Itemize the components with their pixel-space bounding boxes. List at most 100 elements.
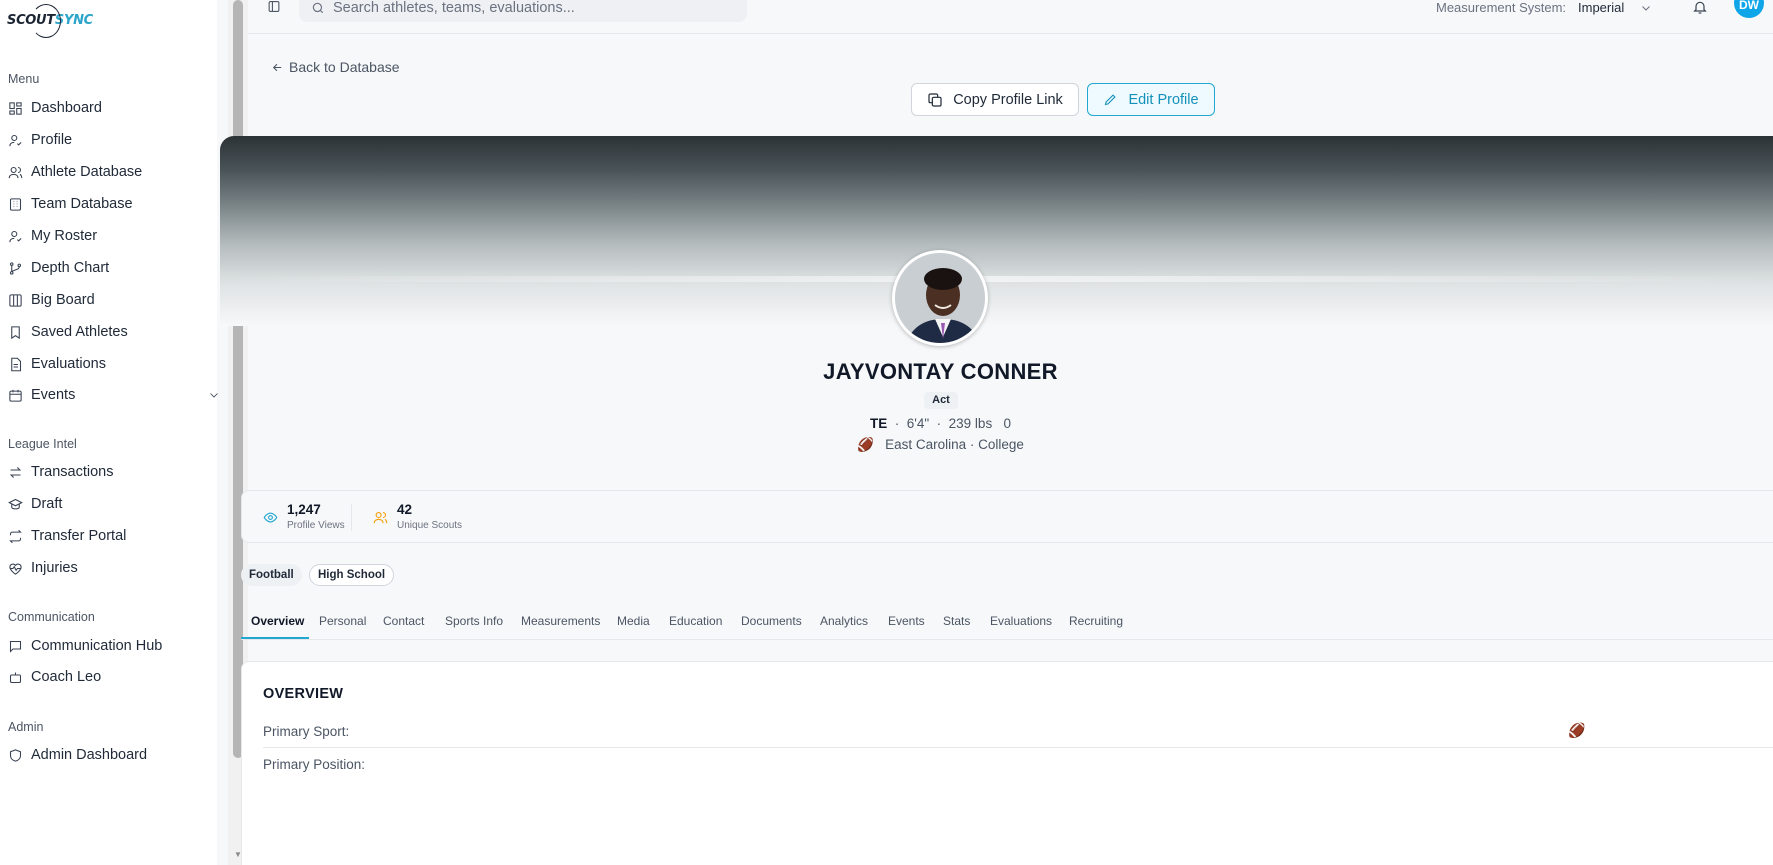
shield-icon [9,748,22,762]
football-icon: 🏈 [857,437,874,452]
tab-events[interactable]: Events [888,614,925,628]
section-label-menu: Menu [8,72,40,86]
app-logo[interactable]: SCOUTSYNC [7,2,93,38]
message-icon [9,640,22,653]
tab-education[interactable]: Education [669,614,722,628]
stat-unique-scouts: 42 Unique Scouts [373,502,462,531]
logo-ring-icon [31,4,61,38]
search-icon [312,2,324,14]
sidebar-item-evaluations[interactable]: Evaluations [8,351,218,377]
users-icon [373,511,388,524]
overview-title: OVERVIEW [263,686,344,702]
tab-overview[interactable]: Overview [251,614,304,628]
sidebar-item-transactions[interactable]: Transactions [8,459,218,485]
calendar-icon [9,389,22,402]
sidebar-item-admin-dashboard[interactable]: Admin Dashboard [8,742,218,768]
section-label-communication: Communication [8,610,95,624]
sidebar-item-coach-leo[interactable]: Coach Leo [8,664,218,690]
tab-recruiting[interactable]: Recruiting [1069,614,1123,628]
sidebar-item-label: Team Database [31,196,133,212]
eye-icon [263,512,278,523]
overview-row-primary-position: Primary Position: [263,748,1773,780]
copy-icon [928,92,942,107]
sidebar-item-injuries[interactable]: Injuries [8,555,218,581]
sidebar-item-label: Profile [31,132,73,148]
document-icon [11,357,22,371]
stat-value: 42 [397,502,413,517]
user-avatar[interactable]: DW [1734,0,1764,18]
athlete-height: 6'4" [906,416,930,431]
sidebar-item-team-database[interactable]: Team Database [8,191,218,217]
tab-measurements[interactable]: Measurements [521,614,600,628]
athlete-number: 0 [1003,416,1011,431]
swap-icon [9,466,22,478]
sidebar-item-events[interactable]: Events [8,382,218,408]
sidebar-item-big-board[interactable]: Big Board [8,287,218,313]
search-box[interactable] [299,0,747,22]
sidebar-item-draft[interactable]: Draft [8,491,218,517]
grid-icon [9,101,22,115]
measurement-system-label: Measurement System: [1436,0,1567,15]
section-label-admin: Admin [8,720,44,734]
bookmark-icon [11,325,20,339]
sidebar-item-athlete-database[interactable]: Athlete Database [8,159,218,185]
banner-stadium-glow [220,276,1773,282]
athlete-school-line: 🏈 East Carolina · College [248,437,1633,453]
sidebar-item-label: Depth Chart [31,260,110,276]
athlete-weight: 239 lbs [948,416,993,431]
arrow-left-icon [272,63,282,71]
sidebar-item-label: Evaluations [31,356,106,372]
sidebar-toggle-icon[interactable] [267,0,281,13]
sidebar-item-saved-athletes[interactable]: Saved Athletes [8,319,218,345]
sidebar-item-label: Communication Hub [31,638,163,654]
back-to-database-link[interactable]: Back to Database [271,59,400,75]
tab-stats[interactable]: Stats [943,614,970,628]
sidebar-item-depth-chart[interactable]: Depth Chart [8,255,218,281]
chevron-down-icon[interactable] [208,389,220,401]
branch-icon [9,261,22,275]
sidebar-item-label: My Roster [31,228,98,244]
search-input[interactable] [333,0,733,16]
sidebar-item-profile[interactable]: Profile [8,127,218,153]
sidebar-item-transfer-portal[interactable]: Transfer Portal [8,523,218,549]
tag-level: High School [309,564,395,586]
sidebar-item-label: Admin Dashboard [31,747,148,763]
edit-profile-button[interactable]: Edit Profile [1087,83,1215,116]
tab-sports-info[interactable]: Sports Info [445,614,503,628]
stat-profile-views: 1,247 Profile Views [263,502,345,531]
copy-profile-link-button[interactable]: Copy Profile Link [911,83,1079,116]
profile-tabs: Overview Personal Contact Sports Info Me… [241,608,1773,640]
measurement-system-select[interactable]: Imperial [1578,0,1624,15]
main-content: Measurement System: Imperial DW Back to … [220,0,1773,865]
sidebar-scrollbar-thumb[interactable] [233,0,243,758]
sidebar-item-label: Coach Leo [31,669,102,685]
tab-analytics[interactable]: Analytics [820,614,868,628]
athlete-name: JAYVONTAY CONNER [823,359,1058,384]
columns-icon [9,293,22,307]
copy-button-label: Copy Profile Link [953,91,1063,108]
top-bar: Measurement System: Imperial DW [248,0,1773,34]
football-icon: 🏈 [1568,722,1586,738]
chevron-down-icon[interactable] [1640,2,1652,14]
tab-personal[interactable]: Personal [319,614,366,628]
sidebar-item-label: Transfer Portal [31,528,127,544]
section-label-league-intel: League Intel [8,437,77,451]
tab-media[interactable]: Media [617,614,650,628]
repeat-icon [9,529,22,543]
tab-contact[interactable]: Contact [383,614,424,628]
athlete-photo [892,250,988,346]
bell-icon[interactable] [1692,0,1708,15]
sidebar-item-dashboard[interactable]: Dashboard [8,95,218,121]
tab-evaluations[interactable]: Evaluations [990,614,1052,628]
row-label: Primary Sport: [263,724,350,739]
heart-pulse-icon [9,563,22,575]
edit-button-label: Edit Profile [1128,91,1199,108]
sidebar-item-label: Dashboard [31,100,102,116]
overview-row-primary-sport: Primary Sport: 🏈 [263,716,1773,748]
stat-label: Profile Views [287,520,345,531]
sidebar-item-communication-hub[interactable]: Communication Hub [8,633,218,659]
tab-documents[interactable]: Documents [741,614,802,628]
sidebar-item-my-roster[interactable]: My Roster [8,223,218,249]
overview-card: OVERVIEW Primary Sport: 🏈 Primary Positi… [241,661,1773,865]
active-tab-indicator [241,637,309,639]
